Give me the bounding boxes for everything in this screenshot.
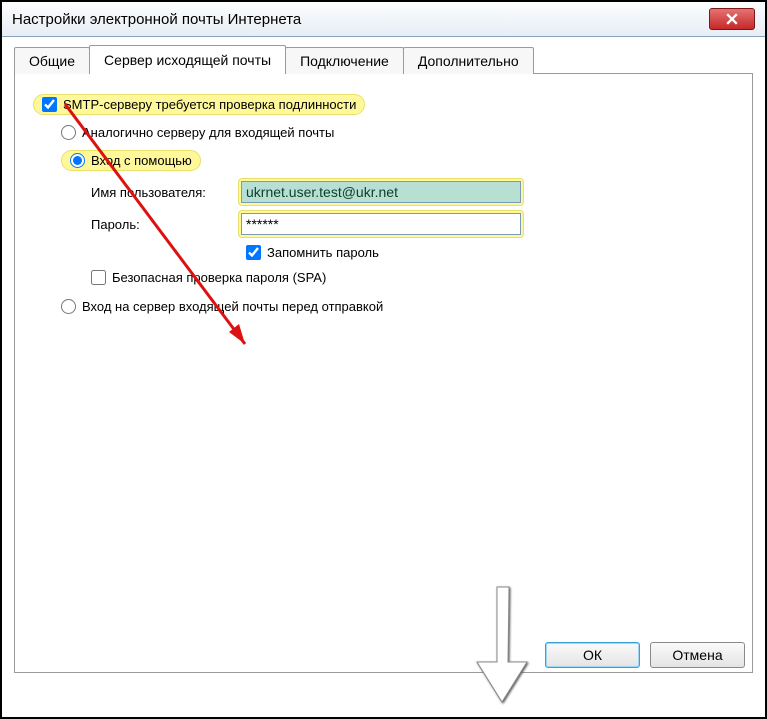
highlight-login-with: Вход с помощью [61,150,201,171]
radio-same-as-incoming-label: Аналогично серверу для входящей почты [82,125,334,140]
dialog-content: Общие Сервер исходящей почты Подключение… [2,37,765,683]
titlebar: Настройки электронной почты Интернета [2,2,765,37]
tab-outgoing-server[interactable]: Сервер исходящей почты [89,45,286,74]
username-label: Имя пользователя: [91,185,241,200]
highlight-smtp-auth: SMTP-серверу требуется проверка подлинно… [33,94,365,115]
smtp-auth-checkbox[interactable] [42,97,57,112]
radio-login-with-label: Вход с помощью [91,153,192,168]
spa-label: Безопасная проверка пароля (SPA) [112,270,326,285]
close-icon [726,13,738,25]
tab-advanced[interactable]: Дополнительно [403,47,534,74]
cancel-button[interactable]: Отмена [650,642,745,668]
radio-same-as-incoming[interactable] [61,125,76,140]
ok-button[interactable]: ОК [545,642,640,668]
smtp-auth-label: SMTP-серверу требуется проверка подлинно… [63,97,356,112]
window-title: Настройки электронной почты Интернета [12,11,301,28]
radio-login-incoming-first-label: Вход на сервер входящей почты перед отпр… [82,299,383,314]
radio-login-with[interactable] [70,153,85,168]
tab-panel-outgoing: SMTP-серверу требуется проверка подлинно… [14,73,753,673]
remember-password-label: Запомнить пароль [267,245,379,260]
tab-bar: Общие Сервер исходящей почты Подключение… [14,47,753,74]
password-label: Пароль: [91,217,241,232]
close-button[interactable] [709,8,755,30]
tab-general[interactable]: Общие [14,47,90,74]
radio-login-incoming-first[interactable] [61,299,76,314]
remember-password-checkbox[interactable] [246,245,261,260]
username-input[interactable] [241,181,521,203]
password-input[interactable] [241,213,521,235]
spa-checkbox[interactable] [91,270,106,285]
tab-connection[interactable]: Подключение [285,47,404,74]
button-bar: ОК Отмена [545,642,745,668]
